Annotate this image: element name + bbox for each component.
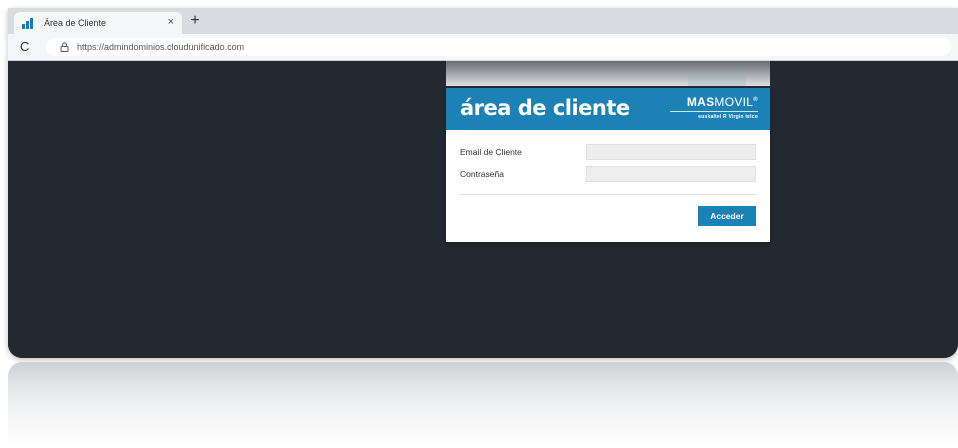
window-reflection <box>8 362 958 448</box>
logo-subbrands: euskaltel R Virgin telco <box>698 114 758 120</box>
bar-chart-icon <box>22 17 36 29</box>
tab-strip: Área de Cliente × + <box>8 8 958 34</box>
email-field[interactable] <box>586 144 756 160</box>
login-header: área de cliente MASMOVIL® euskaltel R Vi… <box>446 88 770 130</box>
login-card: área de cliente MASMOVIL® euskaltel R Vi… <box>446 88 770 242</box>
password-field[interactable] <box>586 166 756 182</box>
url-text: https://admindominios.cloudunificado.com <box>77 42 245 52</box>
password-row: Contraseña <box>460 165 756 183</box>
logo-wordmark: MASMOVIL® <box>686 95 758 109</box>
logo-divider <box>670 111 758 112</box>
button-reflection <box>688 72 746 86</box>
close-icon[interactable]: × <box>168 16 174 28</box>
email-label: Email de Cliente <box>460 147 522 157</box>
screenshot-frame: Área de Cliente × + C https://admindomin… <box>0 0 958 448</box>
new-tab-button[interactable]: + <box>186 12 204 30</box>
masmovil-logo: MASMOVIL® euskaltel R Virgin telco <box>662 95 758 125</box>
tab-title: Área de Cliente <box>44 18 107 28</box>
lock-icon[interactable] <box>60 42 69 52</box>
reload-icon[interactable]: C <box>20 39 29 54</box>
page-title: área de cliente <box>460 96 630 120</box>
acceder-button[interactable]: Acceder <box>698 206 756 226</box>
password-label: Contraseña <box>460 169 504 179</box>
form-divider <box>460 194 756 195</box>
tab-area-de-cliente[interactable]: Área de Cliente × <box>14 12 182 34</box>
email-row: Email de Cliente <box>460 143 756 161</box>
